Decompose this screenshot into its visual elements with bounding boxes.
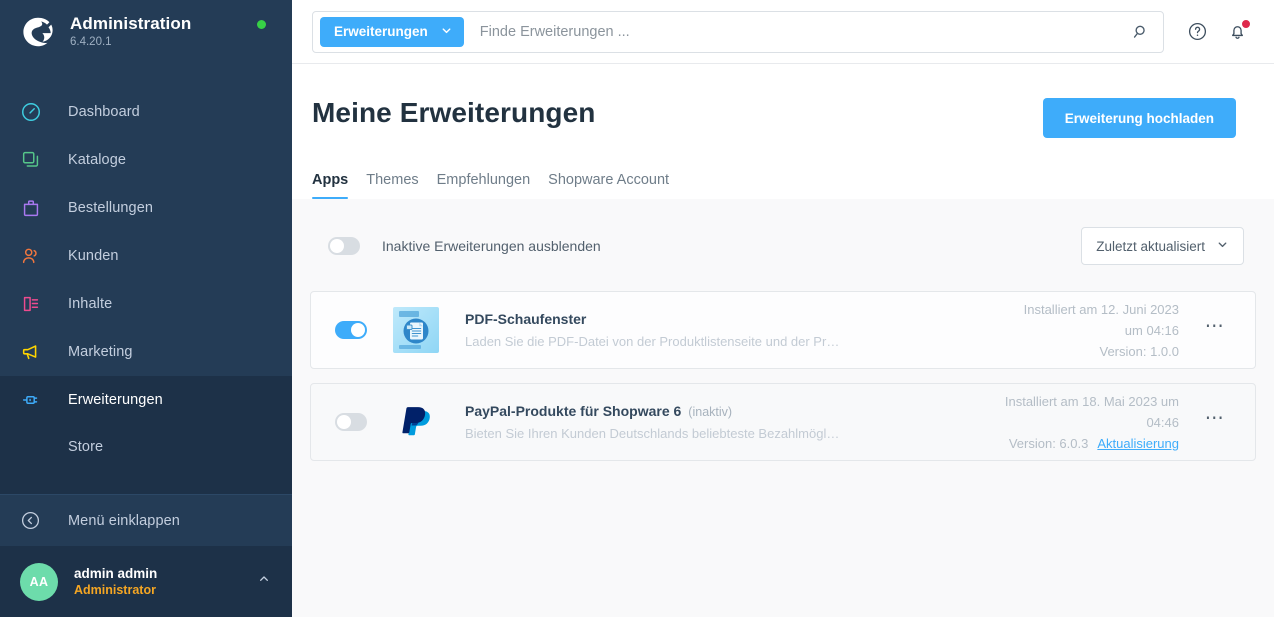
sidebar-nav: Dashboard Kataloge Bestellungen Kunden I…	[0, 88, 292, 470]
page-header: Meine Erweiterungen Erweiterung hochlade…	[292, 64, 1274, 199]
orders-bag-icon	[20, 196, 50, 220]
switch-knob	[351, 323, 365, 337]
avatar: AA	[20, 562, 58, 601]
chevron-down-icon	[440, 24, 453, 40]
main-area: Erweiterungen Finde Erweiterungen ... Me…	[292, 0, 1274, 617]
search-icon[interactable]	[1123, 15, 1157, 49]
sidebar-item-store[interactable]: Store	[0, 424, 292, 470]
sidebar-item-inhalte[interactable]: Inhalte	[0, 280, 292, 328]
sidebar-subitem-label: Store	[68, 439, 104, 455]
tab-bar: Apps Themes Empfehlungen Shopware Accoun…	[312, 172, 1236, 199]
extension-text: PayPal-Produkte für Shopware 6 (inaktiv)…	[465, 403, 947, 441]
extension-version: Version: 1.0.0	[1099, 343, 1180, 359]
extension-version: Version: 6.0.3	[1008, 435, 1089, 451]
catalog-icon	[20, 148, 50, 172]
sort-dropdown-button[interactable]: Zuletzt aktualisiert	[1081, 227, 1244, 265]
tab-themes[interactable]: Themes	[357, 172, 427, 199]
help-circle-icon[interactable]	[1180, 15, 1214, 49]
extension-meta: Installiert am 12. Juni 2023 um 04:16 Ve…	[947, 301, 1179, 360]
sidebar-item-marketing[interactable]: Marketing	[0, 328, 292, 376]
search-input[interactable]	[463, 23, 1123, 40]
extension-card-paypal[interactable]: PayPal-Produkte für Shopware 6 (inaktiv)…	[310, 383, 1256, 461]
sidebar-collapse-button[interactable]: Menü einklappen	[0, 494, 292, 546]
extension-meta: Installiert am 18. Mai 2023 um 04:46 Ver…	[947, 393, 1179, 452]
shopware-logo-icon	[20, 14, 56, 50]
upload-extension-button[interactable]: Erweiterung hochladen	[1042, 98, 1236, 138]
sidebar-item-kunden[interactable]: Kunden	[0, 232, 292, 280]
sidebar-item-label: Kunden	[68, 248, 119, 264]
paypal-icon	[393, 399, 439, 445]
sidebar-brand[interactable]: Administration 6.4.20.1	[0, 0, 292, 64]
sidebar-item-label: Kataloge	[68, 152, 127, 168]
pdf-document-icon	[393, 307, 439, 353]
extension-enable-switch[interactable]	[335, 413, 367, 431]
extension-toggle-cell	[335, 413, 393, 431]
sidebar-user-menu[interactable]: AA admin admin Administrator	[0, 546, 292, 617]
switch-knob	[330, 239, 344, 253]
sidebar-item-label: Dashboard	[68, 104, 140, 120]
sidebar-item-dashboard[interactable]: Dashboard	[0, 88, 292, 136]
extension-toggle-cell	[335, 321, 393, 339]
content-icon	[20, 292, 50, 316]
notification-badge	[1241, 18, 1251, 29]
search-scope-label: Erweiterungen	[334, 24, 428, 39]
sidebar-version: 6.4.20.1	[70, 36, 112, 48]
customers-icon	[20, 244, 50, 268]
extension-name: PDF-Schaufenster	[465, 311, 587, 327]
tab-shopware-account[interactable]: Shopware Account	[539, 172, 678, 199]
megaphone-icon	[20, 340, 50, 364]
chevron-down-icon	[1216, 238, 1229, 254]
extension-text: PDF-Schaufenster Laden Sie die PDF-Datei…	[465, 311, 947, 349]
sidebar-spacer	[0, 470, 292, 494]
extension-enable-switch[interactable]	[335, 321, 367, 339]
extension-installed-time: 04:46	[1146, 414, 1179, 430]
hide-inactive-label: Inaktive Erweiterungen ausblenden	[382, 238, 601, 254]
sidebar-collapse-label: Menü einklappen	[68, 512, 180, 529]
sidebar-item-bestellungen[interactable]: Bestellungen	[0, 184, 292, 232]
sidebar: Administration 6.4.20.1 Dashboard Katalo…	[0, 0, 292, 617]
sidebar-item-erweiterungen[interactable]: Erweiterungen	[0, 376, 292, 424]
status-dot-online-icon	[257, 20, 266, 29]
plug-icon	[20, 388, 50, 412]
dashboard-icon	[20, 100, 50, 124]
sidebar-brand-title: Administration	[70, 14, 192, 33]
page-content: Meine Erweiterungen Erweiterung hochlade…	[292, 64, 1274, 617]
extensions-panel: Inaktive Erweiterungen ausblenden Zuletz…	[292, 199, 1274, 617]
page-title: Meine Erweiterungen	[312, 97, 596, 128]
ellipsis-icon[interactable]: ⋯	[1193, 315, 1237, 346]
search-scope-button[interactable]: Erweiterungen	[320, 16, 464, 47]
admin-app: Administration 6.4.20.1 Dashboard Katalo…	[0, 0, 1274, 617]
extension-card-pdf-schaufenster[interactable]: PDF-Schaufenster Laden Sie die PDF-Datei…	[310, 291, 1256, 369]
ellipsis-icon[interactable]: ⋯	[1193, 407, 1237, 438]
extension-installed-date: Installiert am 12. Juni 2023	[1023, 301, 1179, 317]
extension-installed-date: Installiert am 18. Mai 2023 um	[1004, 393, 1179, 409]
chevron-left-circle-icon	[20, 510, 50, 531]
sort-dropdown-label: Zuletzt aktualisiert	[1096, 238, 1205, 254]
tab-apps[interactable]: Apps	[312, 172, 357, 199]
hide-inactive-toggle[interactable]: Inaktive Erweiterungen ausblenden	[328, 237, 601, 255]
extension-name: PayPal-Produkte für Shopware 6	[465, 403, 682, 419]
search-bar: Erweiterungen	[312, 10, 1164, 53]
sidebar-item-label: Bestellungen	[68, 200, 154, 216]
topbar-icons	[1180, 15, 1254, 49]
sidebar-item-label: Erweiterungen	[68, 392, 163, 408]
filter-row: Inaktive Erweiterungen ausblenden Zuletz…	[310, 199, 1256, 265]
topbar: Erweiterungen	[292, 0, 1274, 64]
sidebar-item-label: Marketing	[68, 344, 133, 360]
extension-status-badge: (inaktiv)	[688, 405, 733, 419]
sidebar-item-kataloge[interactable]: Kataloge	[0, 136, 292, 184]
extension-description: Bieten Sie Ihren Kunden Deutschlands bel…	[465, 426, 840, 441]
bell-icon[interactable]	[1220, 15, 1254, 49]
extension-list: PDF-Schaufenster Laden Sie die PDF-Datei…	[310, 291, 1256, 461]
tab-empfehlungen[interactable]: Empfehlungen	[428, 172, 540, 199]
extension-installed-time: um 04:16	[1124, 322, 1179, 338]
user-name: admin admin	[74, 566, 158, 581]
extension-description: Laden Sie die PDF-Datei von der Produktl…	[465, 334, 840, 349]
hide-inactive-switch[interactable]	[328, 237, 360, 255]
switch-knob	[337, 415, 351, 429]
user-role: Administrator	[74, 583, 156, 597]
sidebar-item-label: Inhalte	[68, 296, 113, 312]
extension-update-link[interactable]: Aktualisierung	[1097, 435, 1179, 452]
chevron-up-icon	[256, 571, 272, 592]
